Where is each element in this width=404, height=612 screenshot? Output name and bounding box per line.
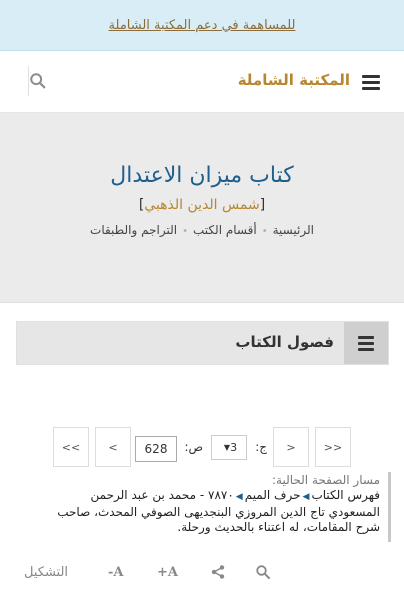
author-link[interactable]: شمس الدين الذهبي [144,197,259,213]
tashkeel-toggle[interactable]: التشكيل [24,565,68,580]
page-label: ص: [184,440,203,454]
breadcrumb-category[interactable]: التراجم والطبقات [90,223,177,237]
hamburger-menu-icon[interactable] [362,75,380,90]
decrease-font-button[interactable]: A- [108,565,124,580]
search-icon [30,73,46,89]
support-banner: للمساهمة في دعم المكتبة الشاملة [0,0,404,51]
breadcrumb-categories[interactable]: أقسام الكتب [193,223,257,237]
current-path-label: مسار الصفحة الحالية: [271,473,380,487]
volume-label: ج: [255,440,267,454]
share-icon [211,565,225,579]
page-number-input[interactable] [135,436,177,462]
breadcrumb-home[interactable]: الرئيسية [273,223,314,237]
navbar: المكتبة الشاملة [0,51,404,113]
volume-select[interactable]: 3 ▼ [211,435,247,460]
volume-value: 3 [230,441,238,454]
page-navigator: << < ج: 3▼ ص: > >> [53,427,351,467]
breadcrumb-separator: • [261,226,268,237]
support-link[interactable]: للمساهمة في دعم المكتبة الشاملة [109,18,296,33]
chapters-title: فصول الكتاب [235,333,334,351]
current-path-text: فهرس الكتاب◀حرف الميم◀٧٨٧٠ - محمد بن عبد… [53,488,380,535]
navbar-search-button[interactable] [28,66,60,96]
prev-page-button[interactable]: < [273,427,309,467]
book-title: كتاب ميزان الاعتدال [110,163,294,188]
path-arrow-icon: ◀ [235,492,243,502]
path-arrow-icon: ◀ [302,492,310,502]
increase-font-button[interactable]: A+ [157,565,178,580]
search-icon [256,565,270,579]
breadcrumb-separator: • [182,226,188,237]
first-page-button[interactable]: << [315,427,351,467]
path-index-link[interactable]: فهرس الكتاب [311,488,380,502]
toolbar-search-button[interactable] [255,564,271,584]
book-author: [شمس الدين الذهبي] [138,197,266,213]
chapters-panel-toggle[interactable]: فصول الكتاب [16,321,389,365]
breadcrumb: الرئيسية • أقسام الكتب • التراجم والطبقات [0,223,404,237]
current-path: مسار الصفحة الحالية: فهرس الكتاب◀حرف الم… [53,472,391,542]
path-letter-link[interactable]: حرف الميم [245,488,301,502]
last-page-button[interactable]: >> [53,427,89,467]
site-brand[interactable]: المكتبة الشاملة [238,71,350,89]
book-header: كتاب ميزان الاعتدال [شمس الدين الذهبي] ا… [0,113,404,303]
caret-down-icon: ▼ [223,443,231,452]
chapters-menu-icon[interactable] [344,322,388,364]
reader-toolbar: التشكيل A- A+ [24,560,284,588]
next-page-button[interactable]: > [95,427,131,467]
share-button[interactable] [210,564,226,584]
